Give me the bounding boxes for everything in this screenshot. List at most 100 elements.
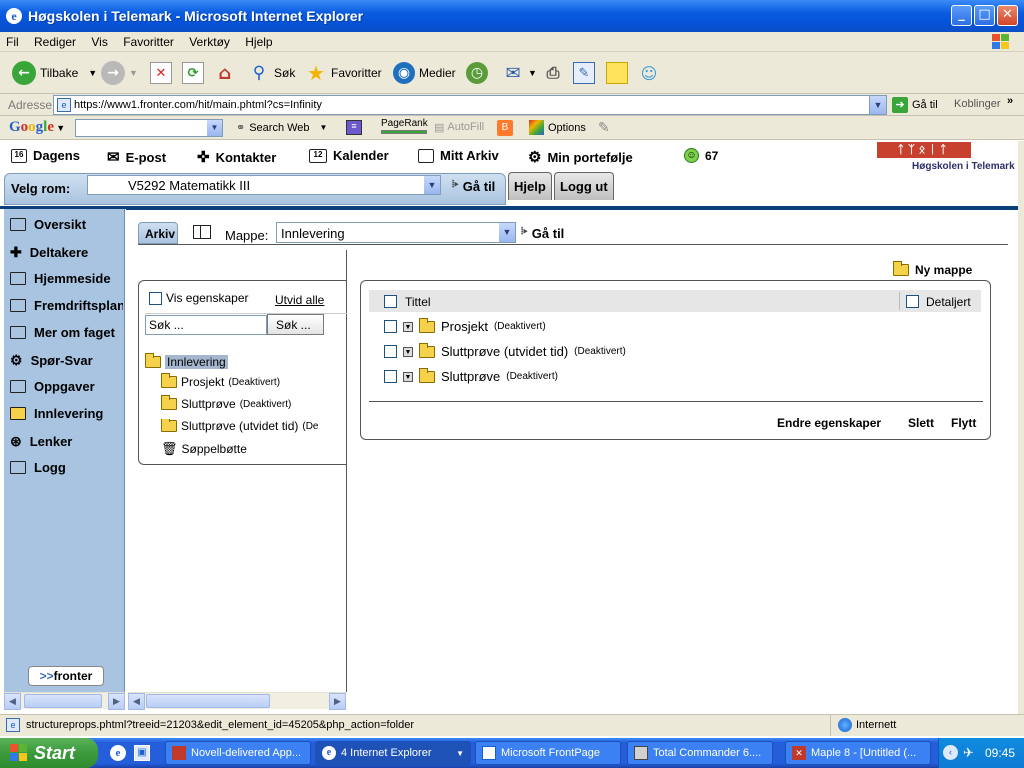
tray-collapse-icon[interactable]: ‹ [943, 745, 958, 760]
nav-portfolio[interactable]: ⚙ Min portefølje [528, 148, 633, 166]
address-input[interactable]: e https://www1.fronter.com/hit/main.phtm… [53, 95, 887, 115]
logout-tab[interactable]: Logg ut [554, 172, 614, 200]
messenger-button[interactable]: ☺ [638, 60, 660, 86]
address-dropdown[interactable]: ▼ [869, 96, 886, 114]
google-dropdown[interactable]: ▼ [207, 120, 222, 136]
nav-email[interactable]: ✉ E-post [107, 148, 166, 166]
mail-button[interactable]: ✉ ▼ [502, 60, 536, 86]
autofill-button[interactable]: ▤ AutoFill [434, 121, 484, 134]
favorites-button[interactable]: ★ Favoritter [305, 60, 382, 86]
book-icon[interactable] [193, 225, 211, 239]
folder-select[interactable]: Innlevering ▼ [276, 222, 516, 243]
detailed-checkbox[interactable] [906, 295, 919, 308]
nav-today[interactable]: 16 Dagens [11, 148, 80, 163]
sidebar-item-submission[interactable]: Innlevering [10, 406, 123, 421]
task-internet-explorer[interactable]: e4 Internet Explorer ▼ [315, 741, 471, 765]
home-button[interactable]: ⌂ [214, 60, 236, 86]
search-button[interactable]: ⚲ Søk [248, 60, 296, 86]
forward-button[interactable]: → ▼ [101, 60, 138, 86]
tree-item[interactable]: Prosjekt (Deaktivert) [161, 373, 280, 389]
clock[interactable]: 09:45 [985, 746, 1015, 760]
stop-button[interactable]: ✕ [150, 60, 172, 86]
row-menu-icon[interactable]: ▼ [403, 346, 413, 357]
maximize-button[interactable]: □ [974, 5, 995, 26]
scroll-left-icon[interactable]: ◀ [4, 693, 21, 710]
tree-item[interactable]: Sluttprøve (Deaktivert) [161, 395, 291, 411]
tree-item[interactable]: Sluttprøve (utvidet tid) (De [161, 419, 347, 433]
delete-button[interactable]: Slett [908, 416, 934, 430]
title-column-header[interactable]: Tittel [405, 295, 431, 309]
list-item[interactable]: ▼ Sluttprøve (utvidet tid) (Deaktivert) [384, 342, 626, 359]
sidebar-item-links[interactable]: ⊛ Lenker [10, 433, 123, 450]
row-checkbox[interactable] [384, 345, 397, 358]
list-item[interactable]: ▼ Sluttprøve (Deaktivert) [384, 367, 558, 384]
help-tab[interactable]: Hjelp [508, 172, 552, 200]
scroll-right-icon[interactable]: ▶ [108, 693, 125, 710]
task-maple[interactable]: ✕ Maple 8 - [Untitled (... [785, 741, 931, 765]
expand-all-link[interactable]: Utvid alle [275, 293, 324, 307]
links-label[interactable]: Koblinger [954, 98, 1000, 110]
show-properties-checkbox[interactable] [149, 291, 162, 305]
sidebar-item-participants[interactable]: ✚ Deltakere [10, 244, 123, 261]
online-users[interactable]: ☺ 67 [684, 148, 718, 163]
close-button[interactable]: ✕ [997, 5, 1018, 26]
google-logo[interactable]: Google ▼ [9, 119, 65, 136]
room-select[interactable]: V5292 Matematikk III ▼ [87, 175, 441, 195]
task-total-commander[interactable]: Total Commander 6.... [627, 741, 773, 765]
quicklaunch-ie-icon[interactable]: e [110, 745, 126, 761]
minimize-button[interactable]: _ [951, 5, 972, 26]
list-item[interactable]: ▼ Prosjekt (Deaktivert) [384, 317, 546, 334]
pencil-icon[interactable]: ✎ [598, 119, 610, 136]
scroll-thumb[interactable] [24, 694, 102, 708]
tree-search-input[interactable]: Søk ... [145, 315, 267, 335]
tree-scrollbar[interactable]: ◀ ▶ [128, 692, 346, 710]
menu-tools[interactable]: Verktøy [183, 32, 236, 52]
edit-button[interactable]: ✎ [573, 60, 595, 86]
network-icon[interactable]: ✈ [963, 745, 974, 761]
sidebar-item-qa[interactable]: ⚙ Spør-Svar [10, 352, 123, 369]
folder-go-button[interactable]: ⦙▸ Gå til [521, 226, 564, 241]
news-icon[interactable]: ≡ [346, 120, 362, 135]
select-all-checkbox[interactable] [384, 295, 397, 308]
edit-properties-button[interactable]: Endre egenskaper [777, 416, 881, 430]
folder-dropdown[interactable]: ▼ [499, 223, 515, 242]
nav-contacts[interactable]: ✜ Kontakter [197, 148, 276, 166]
nav-archive[interactable]: Mitt Arkiv [418, 148, 499, 163]
blogger-icon[interactable]: B [497, 120, 513, 136]
sidebar-item-assignments[interactable]: Oppgaver [10, 379, 123, 394]
menu-view[interactable]: Vis [85, 32, 113, 52]
history-button[interactable]: ◷ [466, 60, 488, 86]
sidebar-item-progress-plan[interactable]: Fremdriftsplan [10, 298, 123, 313]
options-button[interactable]: Options [529, 120, 586, 135]
tree-search-button[interactable]: Søk ... [267, 314, 324, 335]
tree-item-trash[interactable]: 🗑 Søppelbøtte [161, 441, 247, 457]
row-menu-icon[interactable]: ▼ [403, 321, 413, 332]
scroll-left-icon[interactable]: ◀ [128, 693, 145, 710]
row-menu-icon[interactable]: ▼ [403, 371, 413, 382]
archive-tab[interactable]: Arkiv [138, 222, 178, 244]
move-button[interactable]: Flytt [951, 416, 976, 430]
menu-help[interactable]: Hjelp [239, 32, 278, 52]
sidebar-item-overview[interactable]: Oversikt [10, 217, 123, 232]
sidebar-item-homepage[interactable]: Hjemmeside [10, 271, 123, 286]
quicklaunch-desktop-icon[interactable]: ▣ [134, 745, 150, 761]
refresh-button[interactable]: ⟳ [182, 60, 204, 86]
show-properties-toggle[interactable]: Vis egenskaper [149, 291, 249, 305]
sidebar-item-log[interactable]: Logg [10, 460, 123, 475]
row-checkbox[interactable] [384, 370, 397, 383]
scroll-thumb[interactable] [146, 694, 270, 708]
new-folder-button[interactable]: Ny mappe [893, 261, 972, 277]
back-button[interactable]: ← Tilbake ▼ [12, 60, 97, 86]
google-search-input[interactable]: ▼ [75, 119, 223, 137]
menu-favorites[interactable]: Favoritter [117, 32, 180, 52]
search-web-button[interactable]: ⚭ Search Web ▼ [236, 121, 327, 135]
sidebar-item-about-course[interactable]: Mer om faget [10, 325, 123, 340]
print-button[interactable]: ⎙ [542, 60, 564, 86]
nav-calendar[interactable]: 12 Kalender [309, 148, 389, 163]
row-checkbox[interactable] [384, 320, 397, 333]
menu-file[interactable]: Fil [0, 32, 25, 52]
back-dropdown-icon[interactable]: ▼ [88, 68, 97, 78]
scroll-right-icon[interactable]: ▶ [329, 693, 346, 710]
tree-root[interactable]: Innlevering [145, 353, 228, 369]
room-go-button[interactable]: ⦙▸ Gå til [452, 179, 495, 194]
